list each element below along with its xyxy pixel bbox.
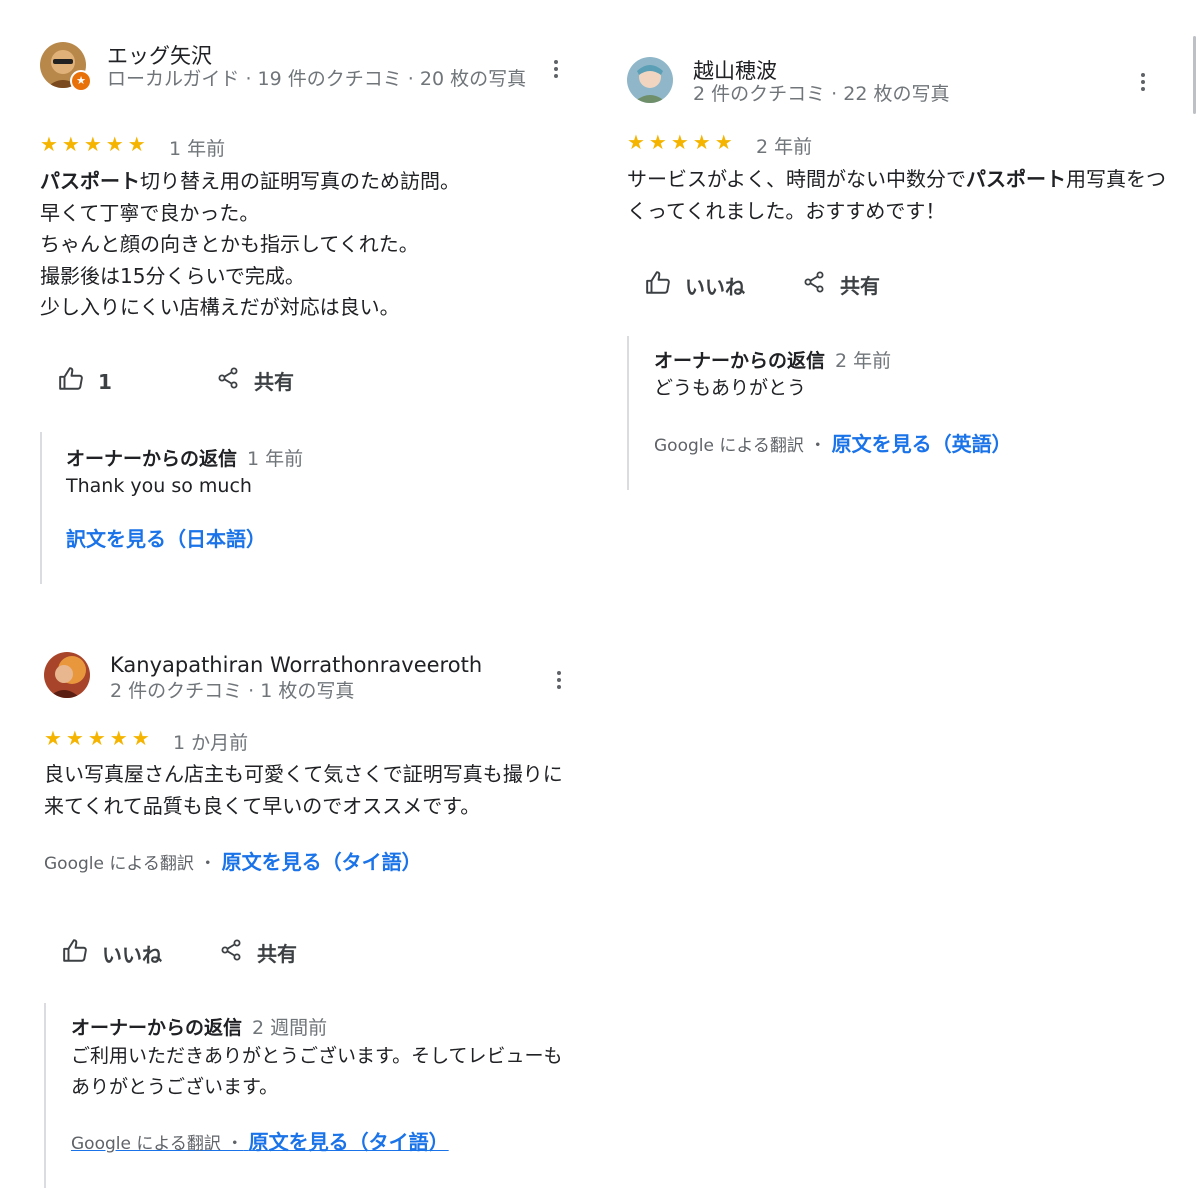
share-button[interactable]: 共有 bbox=[219, 938, 297, 967]
translation-line: Google による翻訳 ・ 原文を見る（タイ語） bbox=[44, 846, 422, 875]
reply-date: 2 週間前 bbox=[252, 1017, 328, 1039]
review-line: 撮影後は15分くらいで完成。 bbox=[40, 263, 305, 288]
more-vert-icon[interactable] bbox=[556, 671, 562, 693]
review-text: 良い写真屋さん店主も可愛くて気さくで証明写真も撮りに来てくれて品質も良くて早いの… bbox=[44, 762, 563, 818]
reviewer-meta[interactable]: 2 件のクチコミ · 22 枚の写真 bbox=[693, 81, 949, 107]
review-line: サービスがよく、時間がない中数分で bbox=[627, 167, 966, 191]
reply-text: Thank you so much bbox=[66, 475, 252, 497]
avatar[interactable] bbox=[627, 57, 673, 103]
more-vert-icon[interactable] bbox=[553, 60, 559, 82]
share-icon bbox=[216, 366, 240, 395]
translation-line: Google による翻訳 ・ 原文を見る（タイ語） bbox=[71, 1126, 449, 1155]
review-text: パスポート切り替え用の証明写真のため訪問。 早くて丁寧で良かった。 ちゃんと顔の… bbox=[40, 166, 580, 324]
like-button[interactable]: いいね bbox=[645, 270, 745, 301]
avatar[interactable] bbox=[44, 652, 90, 698]
local-guide-badge-icon: ★ bbox=[70, 70, 92, 92]
reply-title: オーナーからの返信 bbox=[654, 350, 826, 372]
share-icon bbox=[219, 938, 243, 967]
share-label: 共有 bbox=[254, 370, 294, 394]
share-label: 共有 bbox=[257, 942, 297, 966]
review-date: 2 年前 bbox=[756, 136, 813, 158]
reply-text: どうもありがとう bbox=[654, 377, 807, 399]
thumbs-up-icon bbox=[645, 270, 671, 301]
see-original-link[interactable]: 原文を見る（英語） bbox=[832, 432, 1012, 456]
like-label: いいね bbox=[685, 275, 745, 299]
owner-reply: オーナーからの返信 1 年前 Thank you so much 訳文を見る（日本… bbox=[40, 432, 562, 584]
share-label: 共有 bbox=[840, 274, 880, 298]
reply-header: オーナーからの返信 2 週間前 bbox=[71, 1013, 327, 1040]
review-date: 1 年前 bbox=[169, 138, 226, 160]
review-line: 切り替え用の証明写真のため訪問。 bbox=[140, 169, 460, 193]
star-rating: ★★★★★ bbox=[627, 130, 737, 154]
translation-line: Google による翻訳 ・ 原文を見る（英語） bbox=[654, 428, 1012, 457]
reply-header: オーナーからの返信 1 年前 bbox=[66, 444, 303, 471]
like-count: 1 bbox=[98, 369, 112, 394]
owner-reply: オーナーからの返信 2 年前 どうもありがとう Google による翻訳 ・ 原文… bbox=[627, 336, 1149, 490]
reply-header: オーナーからの返信 2 年前 bbox=[654, 346, 891, 373]
review-date: 1 か月前 bbox=[173, 732, 249, 754]
reply-title: オーナーからの返信 bbox=[71, 1017, 243, 1039]
translation-attribution: Google による翻訳 ・ bbox=[654, 436, 827, 456]
review-line: ちゃんと顔の向きとかも指示してくれた。 bbox=[40, 232, 419, 256]
thumbs-up-icon bbox=[58, 366, 84, 397]
see-original-link[interactable]: 原文を見る（タイ語） bbox=[222, 850, 422, 874]
reply-date: 2 年前 bbox=[835, 350, 892, 372]
owner-reply: オーナーからの返信 2 週間前 ご利用いただきありがとうございます。そしてレビュー… bbox=[44, 1003, 576, 1188]
review-line: 少し入りにくい店構えだが対応は良い。 bbox=[40, 295, 400, 319]
see-translation-link[interactable]: 訳文を見る（日本語） bbox=[66, 523, 266, 552]
reply-title: オーナーからの返信 bbox=[66, 448, 238, 470]
translation-attribution: Google による翻訳 ・ bbox=[44, 854, 217, 874]
reviewer-meta[interactable]: ローカルガイド · 19 件のクチコミ · 20 枚の写真 bbox=[107, 66, 535, 92]
reviewer-meta[interactable]: 2 件のクチコミ · 1 枚の写真 bbox=[110, 678, 354, 704]
review-text: サービスがよく、時間がない中数分でパスポート用写真をつくってくれました。おすすめ… bbox=[627, 164, 1167, 227]
star-rating: ★★★★★ bbox=[40, 132, 150, 156]
star-rating: ★★★★★ bbox=[44, 726, 154, 750]
review-line: 早くて丁寧で良かった。 bbox=[40, 200, 260, 225]
bold-keyword: パスポート bbox=[966, 167, 1066, 191]
reply-text: ご利用いただきありがとうございます。そしてレビューもありがとうございます。 bbox=[71, 1045, 563, 1098]
see-original-link[interactable]: 原文を見る（タイ語） bbox=[249, 1130, 449, 1154]
share-button[interactable]: 共有 bbox=[802, 270, 880, 299]
scrollbar[interactable] bbox=[1193, 36, 1196, 114]
like-button[interactable]: いいね bbox=[62, 938, 162, 969]
bold-keyword: パスポート bbox=[40, 169, 140, 193]
reviewer-name[interactable]: Kanyapathiran Worrathonraveeroth bbox=[110, 653, 482, 677]
reply-date: 1 年前 bbox=[247, 448, 304, 470]
share-icon bbox=[802, 270, 826, 299]
more-vert-icon[interactable] bbox=[1140, 73, 1146, 95]
share-button[interactable]: 共有 bbox=[216, 366, 294, 395]
thumbs-up-icon bbox=[62, 938, 88, 969]
translation-attribution: Google による翻訳 ・ bbox=[71, 1134, 244, 1154]
like-label: いいね bbox=[102, 943, 162, 967]
like-button[interactable]: 1 bbox=[58, 366, 112, 397]
